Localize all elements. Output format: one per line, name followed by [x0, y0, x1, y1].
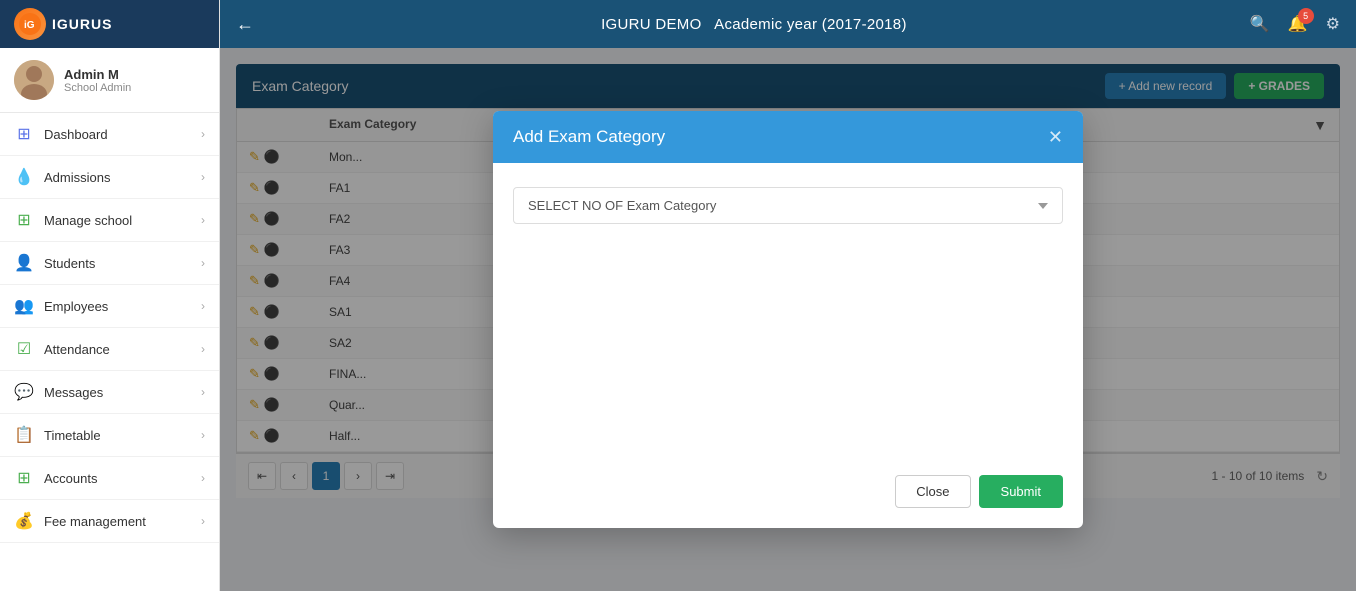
sidebar-item-label: Attendance	[44, 342, 110, 357]
sidebar: iG IGURUS Admin M School Admin ⊞ Dashboa…	[0, 0, 220, 591]
sidebar-item-label: Messages	[44, 385, 103, 400]
sidebar-item-label: Students	[44, 256, 95, 271]
notification-icon[interactable]: 🔔 5	[1288, 14, 1308, 34]
modal-header: Add Exam Category ✕	[493, 111, 1083, 163]
sidebar-item-label: Manage school	[44, 213, 132, 228]
content-area: Exam Category + Add new record + GRADES …	[220, 48, 1356, 591]
topbar-title: IGURU DEMO Academic year (2017-2018)	[601, 16, 907, 33]
sidebar-item-attendance[interactable]: ☑ Attendance ›	[0, 328, 219, 371]
employees-icon: 👥	[14, 296, 34, 316]
sidebar-item-label: Timetable	[44, 428, 101, 443]
accounts-icon: ⊞	[14, 468, 34, 488]
students-icon: 👤	[14, 253, 34, 273]
sidebar-item-label: Employees	[44, 299, 108, 314]
svg-text:iG: iG	[24, 20, 35, 31]
search-icon[interactable]: 🔍	[1250, 14, 1270, 34]
close-button[interactable]: Close	[895, 475, 970, 508]
attendance-icon: ☑	[14, 339, 34, 359]
notification-badge: 5	[1298, 8, 1314, 24]
modal-title: Add Exam Category	[513, 127, 665, 147]
sidebar-item-label: Dashboard	[44, 127, 108, 142]
sidebar-item-label: Admissions	[44, 170, 110, 185]
avatar	[14, 60, 54, 100]
timetable-icon: 📋	[14, 425, 34, 445]
sidebar-item-employees[interactable]: 👥 Employees ›	[0, 285, 219, 328]
modal-overlay: Add Exam Category ✕ SELECT NO OF Exam Ca…	[220, 48, 1356, 591]
modal-close-button[interactable]: ✕	[1048, 128, 1063, 146]
sidebar-item-accounts[interactable]: ⊞ Accounts ›	[0, 457, 219, 500]
user-info: Admin M School Admin	[64, 67, 131, 94]
manage-school-icon: ⊞	[14, 210, 34, 230]
sidebar-item-timetable[interactable]: 📋 Timetable ›	[0, 414, 219, 457]
add-exam-category-modal: Add Exam Category ✕ SELECT NO OF Exam Ca…	[493, 111, 1083, 528]
sidebar-item-messages[interactable]: 💬 Messages ›	[0, 371, 219, 414]
sidebar-item-dashboard[interactable]: ⊞ Dashboard ›	[0, 113, 219, 156]
user-role: School Admin	[64, 82, 131, 94]
back-button[interactable]: ←	[236, 14, 254, 35]
sidebar-item-admissions[interactable]: 💧 Admissions ›	[0, 156, 219, 199]
logo-icon: iG	[14, 8, 46, 40]
user-name: Admin M	[64, 67, 131, 82]
sidebar-item-fee-management[interactable]: 💰 Fee management ›	[0, 500, 219, 543]
settings-icon[interactable]: ⚙	[1326, 14, 1340, 34]
topbar-icons: 🔍 🔔 5 ⚙	[1250, 14, 1340, 34]
fee-icon: 💰	[14, 511, 34, 531]
modal-footer: Close Submit	[493, 463, 1083, 528]
dashboard-icon: ⊞	[14, 124, 34, 144]
topbar: ← IGURU DEMO Academic year (2017-2018) 🔍…	[220, 0, 1356, 48]
submit-button[interactable]: Submit	[979, 475, 1063, 508]
admissions-icon: 💧	[14, 167, 34, 187]
sidebar-item-label: Accounts	[44, 471, 97, 486]
sidebar-logo: iG IGURUS	[14, 8, 112, 40]
sidebar-header: iG IGURUS	[0, 0, 219, 48]
app-name: IGURUS	[52, 16, 112, 32]
exam-category-select[interactable]: SELECT NO OF Exam Category 1 2 3 4 5	[513, 187, 1063, 224]
sidebar-item-students[interactable]: 👤 Students ›	[0, 242, 219, 285]
sidebar-item-label: Fee management	[44, 514, 146, 529]
modal-body: SELECT NO OF Exam Category 1 2 3 4 5	[493, 163, 1083, 463]
messages-icon: 💬	[14, 382, 34, 402]
sidebar-item-manage-school[interactable]: ⊞ Manage school ›	[0, 199, 219, 242]
sidebar-user: Admin M School Admin	[0, 48, 219, 113]
main-content: ← IGURU DEMO Academic year (2017-2018) 🔍…	[220, 0, 1356, 591]
